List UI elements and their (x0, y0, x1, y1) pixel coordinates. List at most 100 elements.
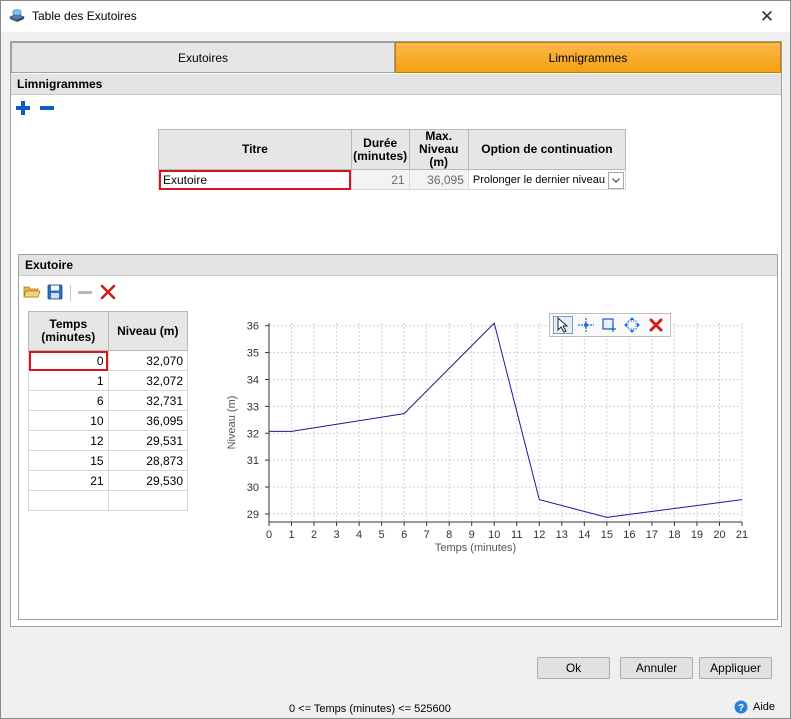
y-tick-label: 34 (247, 374, 259, 386)
y-tick-label: 31 (247, 455, 259, 467)
x-tick-label: 17 (646, 529, 658, 541)
minus-icon (78, 291, 92, 294)
x-tick-label: 5 (379, 529, 385, 541)
table-row-new[interactable] (28, 490, 189, 511)
cell-niveau-new[interactable] (107, 490, 189, 511)
cell-niveau[interactable]: 29,531 (107, 430, 189, 451)
table-row[interactable]: 12 29,531 (28, 430, 189, 451)
x-tick-label: 16 (623, 529, 635, 541)
svg-text:?: ? (738, 703, 744, 714)
y-tick-label: 36 (247, 321, 259, 333)
limnigrammes-table: Titre Durée (minutes) Max. Niveau (m) Op… (158, 129, 627, 190)
pan-tool-button[interactable] (622, 316, 642, 334)
x-tick-label: 18 (668, 529, 680, 541)
cell-temps[interactable]: 21 (28, 470, 109, 491)
cell-niveau[interactable]: 32,072 (107, 370, 189, 391)
x-tick-label: 7 (424, 529, 430, 541)
chart-toolbar (549, 313, 671, 337)
col-temps[interactable]: Temps (minutes) (28, 311, 109, 351)
title-bar: Table des Exutoires ✕ (1, 1, 790, 32)
add-limnigramme-button[interactable] (15, 100, 31, 116)
x-tick-label: 9 (469, 529, 475, 541)
app-icon (9, 9, 25, 22)
x-tick-label: 14 (578, 529, 590, 541)
x-axis-label: Temps (minutes) (435, 542, 516, 554)
table-row[interactable]: 15 28,873 (28, 450, 189, 471)
x-tick-label: 19 (691, 529, 703, 541)
select-tool-button[interactable] (553, 316, 573, 334)
x-tick-label: 8 (446, 529, 452, 541)
table-row[interactable]: Exutoire 21 36,095 Prolonger le dernier … (158, 169, 627, 190)
help-label: Aide (753, 701, 776, 713)
col-option[interactable]: Option de continuation (467, 129, 627, 170)
y-tick-label: 33 (247, 401, 259, 413)
cell-temps[interactable]: 0 (28, 350, 109, 371)
cell-temps[interactable]: 12 (28, 430, 109, 451)
main-panel: Exutoires Limnigrammes Limnigrammes Titr… (10, 41, 782, 627)
plus-icon (16, 101, 30, 115)
remove-limnigramme-button[interactable] (39, 100, 55, 116)
save-button[interactable] (46, 283, 64, 301)
table-row[interactable]: 6 32,731 (28, 390, 189, 411)
crosshair-tool-button[interactable] (576, 316, 596, 334)
col-niveau[interactable]: Niveau (m) (107, 311, 189, 351)
table-row[interactable]: 10 36,095 (28, 410, 189, 431)
cell-niveau[interactable]: 28,873 (107, 450, 189, 471)
cell-temps[interactable]: 6 (28, 390, 109, 411)
close-button[interactable]: ✕ (744, 1, 790, 32)
help-link[interactable]: ? Aide (734, 700, 775, 714)
cell-niveau[interactable]: 32,070 (107, 350, 189, 371)
tab-limnigrammes[interactable]: Limnigrammes (395, 42, 781, 73)
cell-temps[interactable]: 15 (28, 450, 109, 471)
close-icon: ✕ (759, 6, 775, 26)
ok-button[interactable]: Ok (537, 657, 610, 679)
table-row[interactable]: 21 29,530 (28, 470, 189, 491)
apply-button[interactable]: Appliquer (699, 657, 772, 679)
delete-row-button[interactable] (76, 283, 94, 301)
open-file-button[interactable] (23, 283, 41, 301)
cell-temps-new[interactable] (28, 490, 109, 511)
x-tick-label: 11 (511, 529, 522, 541)
cell-temps[interactable]: 10 (28, 410, 109, 431)
table-row[interactable]: 0 32,070 (28, 350, 189, 371)
col-titre[interactable]: Titre (158, 129, 352, 170)
limnigrammes-header: Limnigrammes (11, 74, 781, 95)
minus-icon (40, 106, 54, 110)
cell-temps[interactable]: 1 (28, 370, 109, 391)
col-duree[interactable]: Durée (minutes) (350, 129, 410, 170)
y-tick-label: 32 (247, 428, 259, 440)
cell-niveau[interactable]: 32,731 (107, 390, 189, 411)
crosshair-icon (578, 318, 594, 332)
y-axis-label: Niveau (m) (226, 396, 238, 450)
cell-niveau[interactable]: 29,530 (107, 470, 189, 491)
x-tick-label: 1 (288, 529, 294, 541)
reset-zoom-button[interactable] (646, 316, 666, 334)
x-tick-label: 2 (311, 529, 317, 541)
exutoire-table: Temps (minutes) Niveau (m) 0 32,070 1 32,0… (28, 311, 189, 511)
x-tick-label: 10 (488, 529, 500, 541)
y-tick-label: 30 (247, 482, 259, 494)
niveau-chart: 0 1 2 3 4 5 6 7 8 9 10 11 12 13 14 15 16 17 18 19 20 21293031… (226, 321, 748, 554)
chevron-down-icon[interactable] (608, 172, 624, 189)
col-max-niveau[interactable]: Max. Niveau (m) (408, 129, 469, 170)
status-text: 0 <= Temps (minutes) <= 525600 (289, 703, 451, 715)
table-row[interactable]: 1 32,072 (28, 370, 189, 391)
cancel-button[interactable]: Annuler (620, 657, 693, 679)
cell-max-niveau: 36,095 (408, 169, 469, 190)
cell-niveau[interactable]: 36,095 (107, 410, 189, 431)
red-x-icon (649, 318, 663, 332)
save-icon (47, 284, 63, 300)
x-tick-label: 12 (533, 529, 545, 541)
cursor-icon (557, 317, 569, 333)
clear-table-button[interactable] (99, 283, 117, 301)
x-tick-label: 0 (266, 529, 272, 541)
option-value: Prolonger le dernier niveau (472, 173, 605, 186)
x-tick-label: 20 (713, 529, 725, 541)
pan-icon (624, 317, 640, 333)
zoom-box-button[interactable] (599, 316, 619, 334)
x-tick-label: 6 (401, 529, 407, 541)
x-tick-label: 4 (356, 529, 362, 541)
tab-exutoires[interactable]: Exutoires (11, 42, 395, 73)
cell-titre[interactable]: Exutoire (158, 169, 352, 190)
option-dropdown[interactable]: Prolonger le dernier niveau (467, 169, 627, 190)
